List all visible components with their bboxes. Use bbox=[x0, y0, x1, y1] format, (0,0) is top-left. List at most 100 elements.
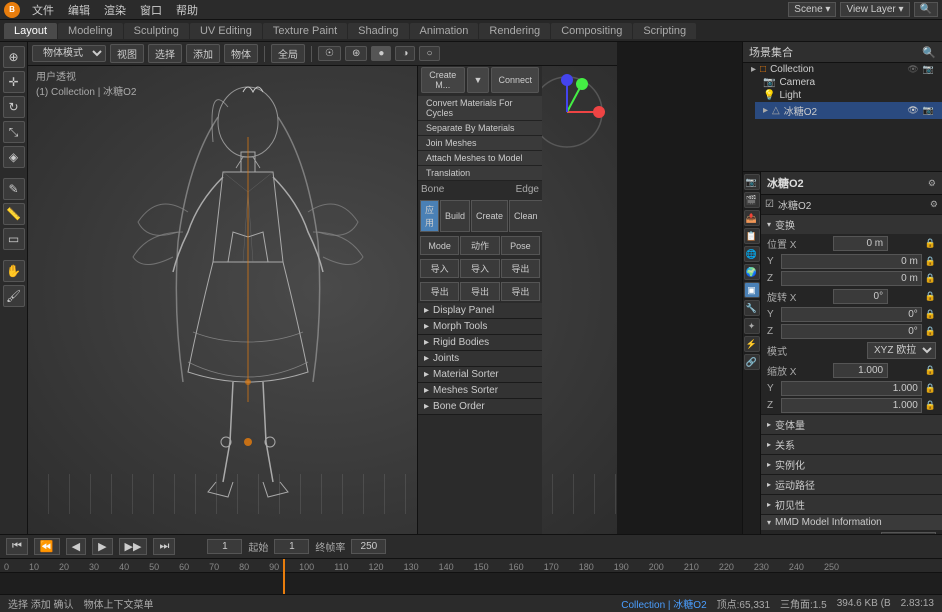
rotation-z-input[interactable] bbox=[781, 324, 922, 339]
instancing-header[interactable]: ▸ 实例化 bbox=[761, 455, 942, 474]
brush-tool[interactable]: 🖌 bbox=[3, 285, 25, 307]
jump-end-btn[interactable]: ⏭ bbox=[153, 538, 175, 555]
outliner-visibility-icon[interactable]: 👁 bbox=[907, 64, 918, 75]
tab-modeling[interactable]: Modeling bbox=[58, 23, 123, 39]
location-x-input[interactable] bbox=[833, 236, 888, 251]
meshes-sorter-header[interactable]: ▸Meshes Sorter bbox=[418, 383, 542, 398]
menu-file[interactable]: 文件 bbox=[26, 1, 60, 19]
material-sorter-header[interactable]: ▸Material Sorter bbox=[418, 367, 542, 382]
menu-window[interactable]: 窗口 bbox=[134, 1, 168, 19]
timeline-track[interactable]: 0 10 20 30 40 50 60 70 80 90 100 110 120… bbox=[0, 559, 942, 594]
annotate-tool[interactable]: ✎ bbox=[3, 178, 25, 200]
scale-z-input[interactable] bbox=[781, 398, 922, 413]
tab-shading[interactable]: Shading bbox=[348, 23, 408, 39]
build-tab[interactable]: Build bbox=[440, 200, 470, 232]
import-btn-2[interactable]: 导入 bbox=[460, 259, 499, 278]
scale-y-input[interactable] bbox=[781, 381, 922, 396]
obj-checkbox[interactable]: ☑ bbox=[765, 199, 774, 210]
rot-lock-y[interactable]: 🔒 bbox=[925, 309, 936, 320]
convert-materials-btn[interactable]: Convert Materials For Cycles bbox=[418, 96, 542, 121]
select-menu[interactable]: 选择 bbox=[148, 44, 182, 63]
scene-select[interactable]: Scene ▾ bbox=[788, 2, 836, 17]
extra-btn[interactable]: 导出 bbox=[460, 282, 499, 301]
export-btn-1[interactable]: 导出 bbox=[501, 259, 540, 278]
tab-uv-editing[interactable]: UV Editing bbox=[190, 23, 262, 39]
object-menu[interactable]: 物体 bbox=[224, 44, 258, 63]
current-frame-input[interactable] bbox=[207, 539, 242, 554]
measure-tool[interactable]: 📏 bbox=[3, 203, 25, 225]
viewport-shading-rendered[interactable]: ○ bbox=[419, 46, 439, 61]
view-layer-select[interactable]: View Layer ▾ bbox=[840, 2, 909, 17]
viewport-shading-material[interactable]: ◑ bbox=[395, 46, 415, 61]
mmd-info-header[interactable]: ▾ MMD Model Information bbox=[761, 515, 942, 530]
joints-header[interactable]: ▸Joints bbox=[418, 351, 542, 366]
physics-props-icon-btn[interactable]: ⚡ bbox=[744, 336, 760, 352]
prev-frame-btn[interactable]: ◀ bbox=[66, 538, 86, 555]
particles-props-icon-btn[interactable]: ✦ bbox=[744, 318, 760, 334]
join-meshes-btn[interactable]: Join Meshes bbox=[418, 136, 542, 151]
outliner-filter-icon[interactable]: 🔍 bbox=[922, 46, 936, 59]
jump-start-btn[interactable]: ⏮ bbox=[6, 538, 28, 555]
render-props-icon-btn[interactable]: 🎬 bbox=[744, 192, 760, 208]
scene-props-icon-btn[interactable]: 📷 bbox=[744, 174, 760, 190]
create-model-btn[interactable]: Create M... bbox=[421, 67, 465, 93]
tab-animation[interactable]: Animation bbox=[410, 23, 479, 39]
lock-x-icon[interactable]: 🔒 bbox=[925, 238, 936, 249]
menu-edit[interactable]: 编辑 bbox=[62, 1, 96, 19]
relations-header[interactable]: ▸ 关系 bbox=[761, 435, 942, 454]
cursor-tool[interactable]: ⊕ bbox=[3, 46, 25, 68]
outliner-item-collection[interactable]: ▸ □ Collection 👁 📷 bbox=[743, 63, 942, 76]
rot-lock-x[interactable]: 🔒 bbox=[925, 291, 936, 302]
menu-render[interactable]: 渲染 bbox=[98, 1, 132, 19]
tab-scripting[interactable]: Scripting bbox=[633, 23, 696, 39]
modifier-props-icon-btn[interactable]: 🔧 bbox=[744, 300, 760, 316]
rotate-tool[interactable]: ↻ bbox=[3, 96, 25, 118]
next-frame-btn[interactable]: ▶▶ bbox=[119, 538, 148, 555]
viewport-gizmo[interactable]: ⊛ bbox=[345, 46, 367, 61]
clean-tab[interactable]: Clean bbox=[509, 200, 542, 232]
tab-texture-paint[interactable]: Texture Paint bbox=[263, 23, 347, 39]
search-btn[interactable]: 🔍 bbox=[914, 2, 938, 17]
rotation-mode-select[interactable]: XYZ 欧拉 bbox=[867, 342, 936, 359]
transform-header[interactable]: ▾ 变换 bbox=[761, 215, 942, 234]
attach-meshes-btn[interactable]: Attach Meshes to Model bbox=[418, 151, 542, 166]
shading-select[interactable]: 全局 bbox=[271, 44, 305, 63]
motion-path-header[interactable]: ▸ 运动路径 bbox=[761, 475, 942, 494]
scene-props-icon-btn2[interactable]: 🌐 bbox=[744, 246, 760, 262]
scale-lock-z[interactable]: 🔒 bbox=[925, 400, 936, 411]
play-btn[interactable]: ▶ bbox=[92, 538, 112, 555]
viewport-overlay[interactable]: ☉ bbox=[318, 46, 341, 61]
outliner-item-camera[interactable]: 📷 Camera bbox=[755, 76, 942, 89]
tab-layout[interactable]: Layout bbox=[4, 23, 57, 39]
prev-keyframe-btn[interactable]: ⏪ bbox=[34, 538, 60, 555]
start-frame-input[interactable] bbox=[274, 539, 309, 554]
outliner-item-light[interactable]: 💡 Light bbox=[755, 89, 942, 102]
transform-tool[interactable]: ◈ bbox=[3, 146, 25, 168]
dimensions-header[interactable]: ▸ 变体量 bbox=[761, 415, 942, 434]
extra-btn-2[interactable]: 导出 bbox=[501, 282, 540, 301]
constraints-props-icon-btn[interactable]: 🔗 bbox=[744, 354, 760, 370]
lock-y-icon[interactable]: 🔒 bbox=[925, 256, 936, 267]
model-render-icon[interactable]: 📷 bbox=[923, 105, 934, 116]
morph-tools-header[interactable]: ▸Morph Tools bbox=[418, 319, 542, 334]
scale-lock-y[interactable]: 🔒 bbox=[925, 383, 936, 394]
import-btn-1[interactable]: 导入 bbox=[420, 259, 459, 278]
bone-order-header[interactable]: ▸Bone Order bbox=[418, 399, 542, 414]
object-props-icon-btn[interactable]: ▣ bbox=[744, 282, 760, 298]
connect-btn[interactable]: ▼ bbox=[467, 67, 490, 93]
lock-z-icon[interactable]: 🔒 bbox=[925, 273, 936, 284]
tab-sculpting[interactable]: Sculpting bbox=[124, 23, 189, 39]
export-btn-2[interactable]: 导出 bbox=[420, 282, 459, 301]
model-vis-icon[interactable]: 👁 bbox=[907, 105, 918, 116]
outliner-render-icon[interactable]: 📷 bbox=[923, 64, 934, 75]
scale-lock-x[interactable]: 🔒 bbox=[925, 365, 936, 376]
action-tab[interactable]: 动作 bbox=[460, 236, 499, 255]
scale-x-input[interactable] bbox=[833, 363, 888, 378]
obj-settings-icon[interactable]: ⚙ bbox=[930, 199, 938, 210]
view-menu[interactable]: 视图 bbox=[110, 44, 144, 63]
tab-rendering[interactable]: Rendering bbox=[479, 23, 550, 39]
select-box-tool[interactable]: ▭ bbox=[3, 228, 25, 250]
viewport-shading-solid[interactable]: ● bbox=[371, 46, 391, 61]
add-menu[interactable]: 添加 bbox=[186, 44, 220, 63]
timeline-playhead[interactable] bbox=[283, 559, 285, 594]
